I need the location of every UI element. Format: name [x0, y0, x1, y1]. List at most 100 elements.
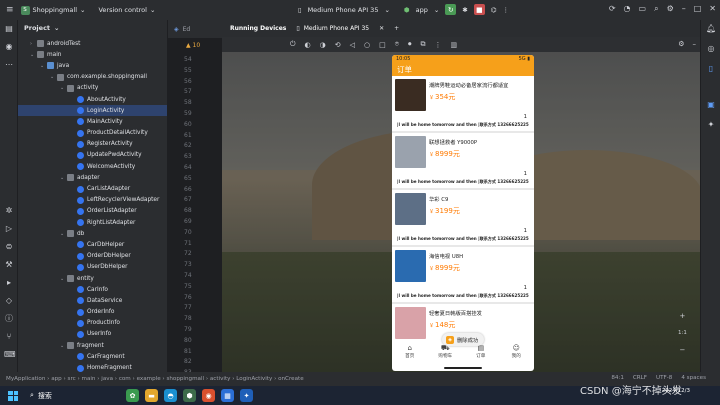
chevron-icon[interactable]: ›: [30, 41, 37, 47]
hammer-icon[interactable]: ⚒: [4, 260, 14, 270]
gem-icon[interactable]: ◇: [4, 296, 14, 306]
breadcrumb-item[interactable]: shoppingmall: [166, 376, 204, 382]
assistant-icon[interactable]: ✦: [706, 120, 716, 130]
nav-item-profile[interactable]: ☺ 我的: [499, 341, 535, 363]
chevron-icon[interactable]: ⌄: [50, 74, 57, 80]
tree-item[interactable]: RegisterActivity: [18, 139, 167, 150]
file-encoding[interactable]: UTF-8: [656, 375, 672, 381]
notifications-icon[interactable]: 🔔︎: [706, 24, 716, 34]
home-icon[interactable]: ○: [364, 41, 370, 49]
minimize-panel-icon[interactable]: –: [693, 40, 697, 48]
order-card[interactable]: 海信电视 U8H ￥8999元 1 |I will be home tomorrow …: [392, 247, 534, 304]
device-tab[interactable]: Medium Phone API 35: [304, 25, 369, 32]
tree-item[interactable]: CarInfo: [18, 284, 167, 295]
search-icon[interactable]: ⌕: [654, 4, 658, 14]
breadcrumb-item[interactable]: com: [119, 376, 131, 382]
volume-down-icon[interactable]: ◑: [320, 41, 326, 49]
breadcrumb-item[interactable]: java: [101, 376, 113, 382]
overview-icon[interactable]: □: [379, 41, 386, 49]
android-studio-icon[interactable]: ⬢: [183, 389, 196, 402]
tree-item[interactable]: › androidTest: [18, 38, 167, 49]
zoom-out-button[interactable]: −: [679, 346, 685, 354]
tree-item[interactable]: RightListAdapter: [18, 217, 167, 228]
tree-item[interactable]: ⌄ fragment: [18, 340, 167, 351]
project-selector[interactable]: S Shoppingmall ⌄: [20, 5, 85, 15]
chevron-icon[interactable]: ⌄: [60, 175, 67, 181]
breadcrumb-item[interactable]: src: [68, 376, 76, 382]
tree-item[interactable]: ⌄ com.example.shoppingmall: [18, 72, 167, 83]
more-icon[interactable]: ⋮: [502, 6, 509, 14]
terminal-prompt-icon[interactable]: ⌨: [4, 350, 16, 360]
more-tools-icon[interactable]: ⋯: [4, 60, 14, 70]
tree-item[interactable]: ⌄ db: [18, 228, 167, 239]
stop-button[interactable]: ■: [473, 4, 485, 15]
logcat-icon[interactable]: ⊜: [4, 242, 14, 252]
power-icon[interactable]: ⏻: [290, 40, 296, 49]
rotate-icon[interactable]: ⟲: [335, 41, 341, 49]
order-card[interactable]: 潮牌男鞋运动必备居家流行都适宜 ￥354元 1 |I will be home tom…: [392, 76, 534, 133]
maximize-icon[interactable]: □: [694, 4, 702, 14]
tree-item[interactable]: MainActivity: [18, 116, 167, 127]
chevron-icon[interactable]: ⌄: [60, 276, 67, 282]
tree-item[interactable]: ⌄ entity: [18, 273, 167, 284]
close-icon[interactable]: ✕: [709, 4, 716, 14]
gradle-icon[interactable]: ◎: [706, 44, 716, 54]
tree-item[interactable]: HomeFragment: [18, 362, 167, 372]
project-panel-title[interactable]: Project: [24, 24, 50, 32]
run-config-selector[interactable]: app: [416, 6, 428, 14]
minimize-icon[interactable]: –: [682, 4, 686, 14]
gear-icon[interactable]: ⚙: [678, 40, 684, 48]
camera-icon[interactable]: ⌾: [395, 40, 399, 49]
indent-setting[interactable]: 4 spaces: [681, 375, 706, 381]
profile-icon[interactable]: ◔: [624, 4, 631, 14]
add-icon[interactable]: +: [394, 25, 399, 32]
git-icon[interactable]: ⑂: [4, 332, 14, 342]
tree-item[interactable]: CarListAdapter: [18, 183, 167, 194]
breadcrumb-item[interactable]: app: [51, 376, 62, 382]
device-selector[interactable]: Medium Phone API 35: [308, 6, 379, 14]
zoom-in-button[interactable]: +: [679, 312, 685, 320]
volume-up-icon[interactable]: ◐: [305, 41, 311, 49]
nav-item-home[interactable]: ⌂ 首页: [392, 341, 428, 363]
breadcrumb-item[interactable]: onCreate: [278, 376, 304, 382]
chevron-icon[interactable]: ⌄: [60, 85, 67, 91]
editor-tab[interactable]: Ed: [183, 26, 191, 33]
back-icon[interactable]: ◁: [350, 41, 355, 49]
app-icon[interactable]: ▦: [221, 389, 234, 402]
device-manager-icon[interactable]: ▯: [706, 64, 716, 74]
tree-item[interactable]: ProductDetailActivity: [18, 128, 167, 139]
line-separator[interactable]: CRLF: [633, 375, 647, 381]
tree-item[interactable]: WelcomeActivity: [18, 161, 167, 172]
tree-item[interactable]: ProductInfo: [18, 318, 167, 329]
mirror-icon[interactable]: ▥: [450, 41, 457, 49]
folder-icon[interactable]: ▤: [4, 24, 14, 34]
breadcrumb-item[interactable]: LoginActivity: [236, 376, 272, 382]
app-menu-icon[interactable]: ≡: [6, 5, 14, 15]
terminal-icon[interactable]: ▸: [4, 278, 14, 288]
tree-item[interactable]: DataService: [18, 295, 167, 306]
order-card[interactable]: 联想拯救者 Y9000P ￥8999元 1 |I will be home tomor…: [392, 133, 534, 190]
tree-item[interactable]: ⌄ java: [18, 60, 167, 71]
tree-item[interactable]: ⌄ adapter: [18, 172, 167, 183]
gear-icon[interactable]: ⚙: [667, 4, 674, 14]
sync-icon[interactable]: ⟳: [609, 4, 616, 14]
problems-icon[interactable]: ⓘ: [4, 314, 14, 324]
play-icon[interactable]: ▷: [4, 224, 14, 234]
tree-item[interactable]: OrderListAdapter: [18, 206, 167, 217]
attach-icon[interactable]: ⌬: [491, 6, 497, 14]
tree-item[interactable]: ⌄ activity: [18, 83, 167, 94]
breadcrumb-item[interactable]: activity: [210, 376, 231, 382]
debug-icon[interactable]: ✱: [462, 6, 467, 14]
order-card[interactable]: 华彩 C9 ￥3199元 1 |I will be home tomorrow and…: [392, 190, 534, 247]
commit-icon[interactable]: ◉: [4, 42, 14, 52]
vcs-selector[interactable]: Version control ⌄: [98, 6, 155, 14]
rerun-button[interactable]: ↻: [445, 4, 457, 15]
close-icon[interactable]: ✕: [379, 25, 384, 32]
record-icon[interactable]: ⏺: [408, 40, 412, 49]
browser-icon[interactable]: ◉: [202, 389, 215, 402]
tree-item[interactable]: CarDbHelper: [18, 239, 167, 250]
tree-item[interactable]: OrderInfo: [18, 307, 167, 318]
windows-start-icon[interactable]: [8, 390, 18, 401]
tree-item[interactable]: ⌄ main: [18, 49, 167, 60]
widgets-icon[interactable]: ✿: [126, 389, 139, 402]
